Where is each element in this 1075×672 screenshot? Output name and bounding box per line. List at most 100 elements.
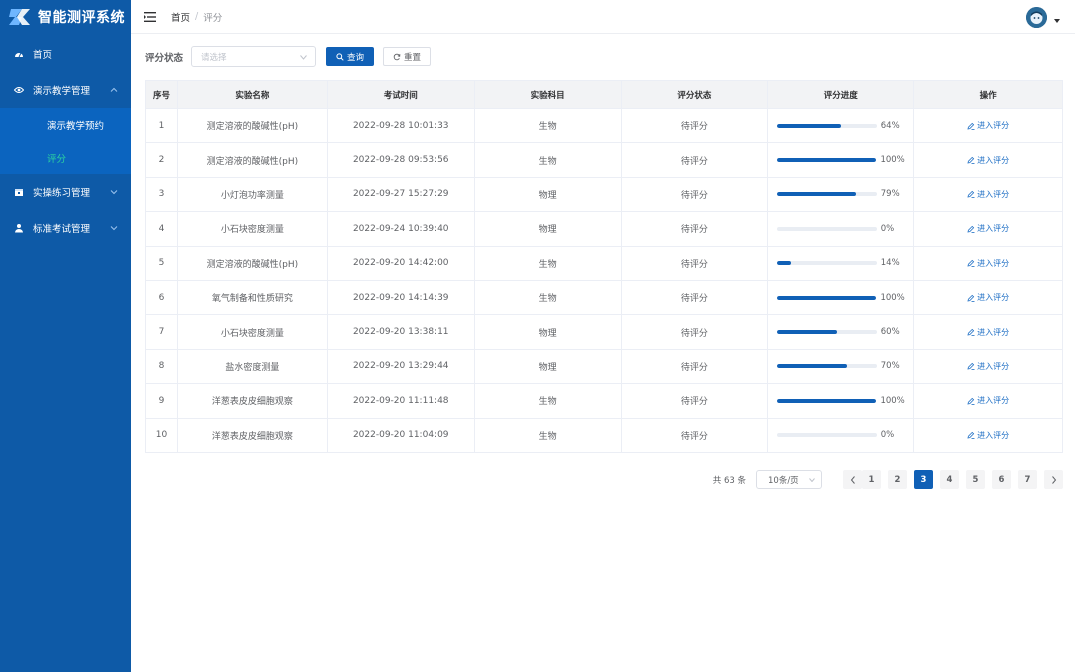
cell-status: 待评分 bbox=[622, 109, 769, 143]
cell-subject: 生物 bbox=[475, 246, 622, 280]
table-row: 8 盐水密度测量 2022-09-20 13:29:44 物理 待评分 70% 进入评分 bbox=[146, 349, 1062, 385]
query-button[interactable]: 查询 bbox=[326, 47, 375, 66]
action-label: 进入评分 bbox=[977, 293, 1010, 303]
cell-index: 9 bbox=[146, 384, 178, 418]
page-size-select[interactable]: 10条/页 bbox=[756, 470, 822, 489]
cell-action: 进入评分 bbox=[914, 109, 1062, 142]
progress-bar: 60% bbox=[776, 327, 905, 338]
enter-grading-link[interactable]: 进入评分 bbox=[967, 120, 1009, 131]
reset-button[interactable]: 重置 bbox=[383, 47, 432, 66]
edit-icon bbox=[967, 225, 975, 233]
search-icon bbox=[336, 52, 344, 61]
page-4-button[interactable]: 4 bbox=[940, 470, 959, 489]
column-header: 评分状态 bbox=[622, 81, 769, 108]
progress-bar: 0% bbox=[776, 224, 905, 234]
chevron-down-icon bbox=[110, 224, 118, 232]
sidebar-item-exam[interactable]: 标准考试管理 bbox=[0, 210, 131, 246]
progress-text: 60% bbox=[880, 327, 900, 338]
enter-grading-link[interactable]: 进入评分 bbox=[967, 223, 1009, 234]
sidebar-item-demo-teaching[interactable]: 演示教学管理 bbox=[0, 72, 131, 108]
breadcrumb-current: 评分 bbox=[203, 12, 223, 24]
cell-progress: 0% bbox=[768, 418, 915, 452]
cell-progress: 14% bbox=[768, 246, 915, 280]
cell-index: 2 bbox=[146, 143, 178, 177]
progress-track bbox=[776, 295, 877, 300]
page-2-button[interactable]: 2 bbox=[888, 470, 907, 489]
progress-text: 14% bbox=[880, 258, 900, 269]
sidebar-item-demo-booking[interactable]: 演示教学预约 bbox=[0, 108, 131, 141]
cell-status: 待评分 bbox=[622, 280, 769, 315]
column-header: 操作 bbox=[979, 90, 997, 101]
cell-subject: 物理 bbox=[475, 349, 622, 384]
table-row: 5 测定溶液的酸碱性(pH) 2022-09-20 14:42:00 生物 待评分 14%… bbox=[146, 246, 1062, 281]
sidebar-item-practice[interactable]: 实操练习管理 bbox=[0, 174, 131, 210]
edit-icon bbox=[967, 362, 975, 371]
sidebar-item-label: 演示教学管理 bbox=[33, 86, 91, 97]
enter-grading-link[interactable]: 进入评分 bbox=[967, 430, 1009, 441]
next-page-button[interactable] bbox=[1044, 470, 1063, 489]
cell-status: 待评分 bbox=[622, 246, 769, 280]
enter-grading-link[interactable]: 进入评分 bbox=[967, 327, 1009, 338]
enter-grading-link[interactable]: 进入评分 bbox=[967, 155, 1009, 166]
cell-experiment-name: 小灯泡功率测量 bbox=[178, 177, 328, 212]
breadcrumb-separator: / bbox=[195, 11, 199, 22]
page-7-button[interactable]: 7 bbox=[1018, 470, 1037, 489]
cell-progress: 100% bbox=[768, 143, 915, 177]
enter-grading-link[interactable]: 进入评分 bbox=[967, 189, 1009, 200]
cell-progress: 79% bbox=[768, 177, 915, 212]
enter-grading-link[interactable]: 进入评分 bbox=[967, 361, 1009, 372]
status-select[interactable]: 请选择 bbox=[191, 46, 317, 67]
app-logo[interactable]: 智能测评系统 bbox=[0, 0, 131, 34]
cell-experiment-name: 测定溶液的酸碱性(pH) bbox=[178, 246, 328, 280]
user-icon bbox=[13, 222, 25, 234]
action-label: 进入评分 bbox=[977, 430, 1010, 440]
progress-fill bbox=[776, 330, 837, 335]
edit-icon bbox=[967, 397, 975, 405]
page-6-button[interactable]: 6 bbox=[992, 470, 1011, 489]
cell-exam-time: 2022-09-20 11:04:09 bbox=[328, 418, 475, 452]
chevron-up-icon bbox=[110, 86, 118, 94]
cell-status: 待评分 bbox=[622, 349, 769, 384]
enter-grading-link[interactable]: 进入评分 bbox=[967, 292, 1009, 303]
progress-track bbox=[776, 192, 877, 197]
page-5-button[interactable]: 5 bbox=[966, 470, 985, 489]
breadcrumb-home[interactable]: 首页 bbox=[171, 10, 190, 24]
cell-experiment-name: 测定溶液的酸碱性(pH) bbox=[178, 143, 328, 177]
chevron-left-icon bbox=[850, 475, 855, 484]
progress-text: 64% bbox=[880, 120, 900, 131]
page-3-button[interactable]: 3 bbox=[914, 470, 933, 489]
enter-grading-link[interactable]: 进入评分 bbox=[967, 258, 1009, 269]
cell-index: 10 bbox=[146, 418, 178, 452]
action-label: 进入评分 bbox=[977, 361, 1010, 371]
sidebar-item-home[interactable]: 首页 bbox=[0, 36, 131, 72]
sidebar-item-grading[interactable]: 评分 bbox=[0, 141, 131, 174]
edit-icon bbox=[967, 328, 975, 336]
cell-experiment-name: 小石块密度测量 bbox=[178, 212, 328, 246]
edit-icon bbox=[967, 294, 975, 302]
cell-subject: 生物 bbox=[475, 418, 622, 452]
sidebar-item-label: 标准考试管理 bbox=[33, 224, 91, 235]
progress-fill bbox=[776, 158, 877, 163]
progress-bar: 79% bbox=[776, 189, 905, 199]
progress-bar: 0% bbox=[776, 430, 905, 441]
cell-subject: 物理 bbox=[475, 177, 622, 212]
progress-bar: 100% bbox=[776, 155, 905, 165]
edit-icon bbox=[967, 259, 975, 268]
menu-toggle-icon[interactable] bbox=[144, 11, 156, 22]
action-label: 进入评分 bbox=[977, 189, 1010, 199]
table-row: 3 小灯泡功率测量 2022-09-27 15:27:29 物理 待评分 79% 进入评分 bbox=[146, 177, 1062, 213]
cell-exam-time: 2022-09-28 09:53:56 bbox=[328, 143, 475, 177]
table-row: 10 洋葱表皮皮细胞观察 2022-09-20 11:04:09 生物 待评分 0% 进入评… bbox=[146, 418, 1062, 453]
cell-experiment-name: 盐水密度测量 bbox=[178, 349, 328, 384]
prev-page-button[interactable] bbox=[843, 470, 862, 489]
avatar[interactable] bbox=[1026, 7, 1047, 28]
caret-down-icon[interactable] bbox=[1054, 19, 1060, 23]
progress-track bbox=[776, 433, 877, 438]
pagination: 共 63 条 10条/页 1234567 bbox=[713, 470, 1063, 489]
cell-subject: 生物 bbox=[475, 384, 622, 418]
enter-grading-link[interactable]: 进入评分 bbox=[967, 395, 1009, 406]
page-1-button[interactable]: 1 bbox=[862, 470, 881, 489]
cell-index: 1 bbox=[146, 109, 178, 143]
progress-text: 0% bbox=[880, 430, 895, 441]
action-label: 进入评分 bbox=[977, 121, 1010, 131]
